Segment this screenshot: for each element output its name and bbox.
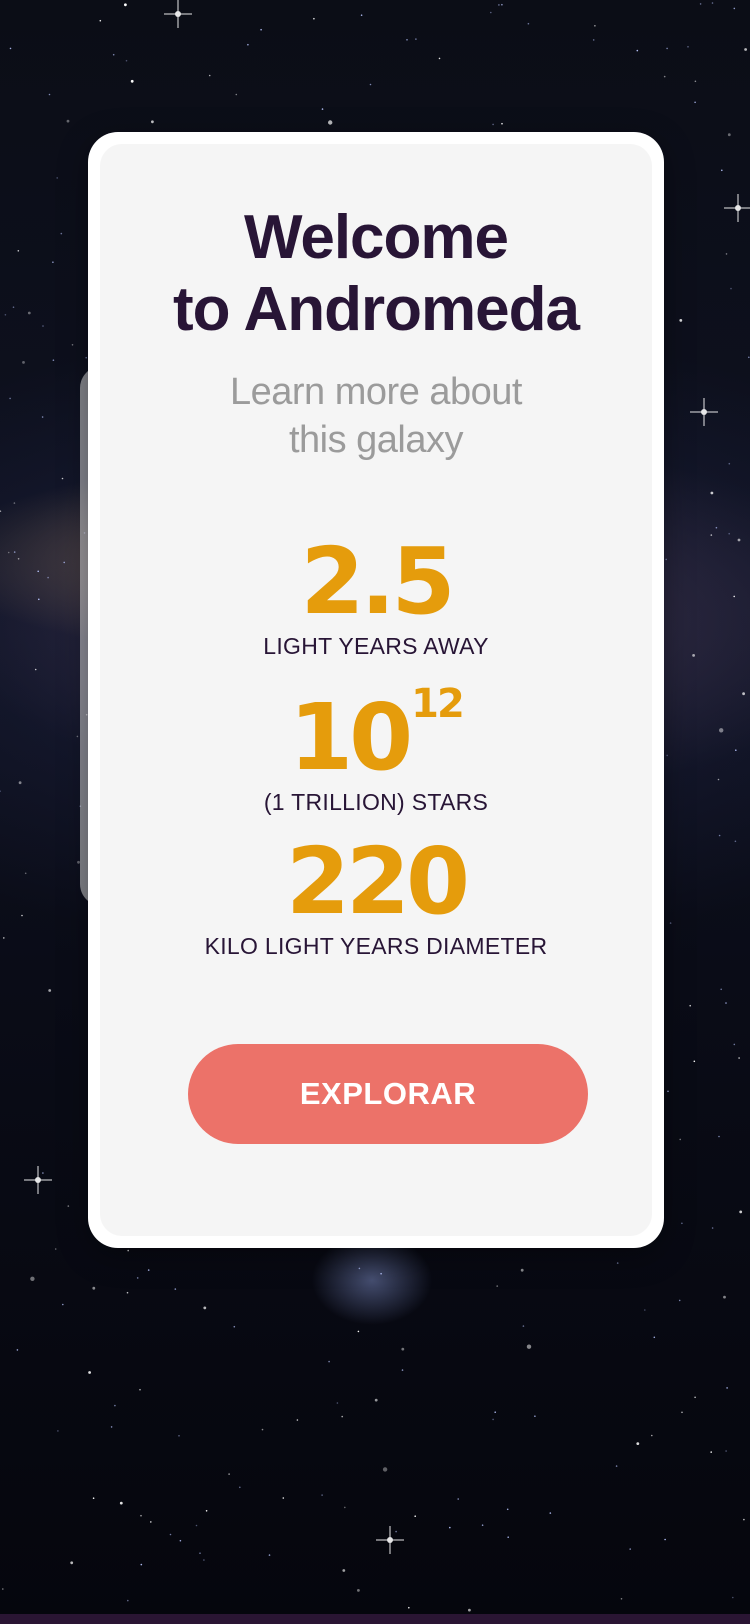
page-subtitle: Learn more about this galaxy <box>100 368 652 464</box>
page-title: Welcome to Andromeda <box>100 202 652 346</box>
galaxy-background: Welcome to Andromeda Learn more about th… <box>0 0 750 1624</box>
stat-stars-label: (1 TRILLION) STARS <box>263 789 489 815</box>
stat-diameter-label: KILO LIGHT YEARS DIAMETER <box>204 933 548 959</box>
welcome-card: Welcome to Andromeda Learn more about th… <box>88 132 664 1248</box>
stat-distance-value: 2.5 <box>300 528 456 635</box>
subtitle-line-1: Learn more about <box>230 371 522 413</box>
stat-distance-label: LIGHT YEARS AWAY <box>263 633 489 659</box>
stat-diameter-value: 220 <box>285 828 470 935</box>
title-line-2: to Andromeda <box>173 275 580 344</box>
explore-button[interactable]: EXPLORAR <box>188 1044 588 1144</box>
stat-stars-value: 1012 <box>100 684 652 784</box>
bottom-edge-bar <box>0 1614 750 1624</box>
title-line-1: Welcome <box>243 203 509 272</box>
stat-stars-exponent: 12 <box>411 681 465 727</box>
welcome-card-content: Welcome to Andromeda Learn more about th… <box>100 144 652 1236</box>
stat-stars-base: 10 <box>289 684 413 791</box>
stat-diameter: 220 KILO LIGHT YEARS DIAMETER <box>100 836 652 960</box>
stat-stars: 1012 (1 TRILLION) STARS <box>100 684 652 816</box>
stat-distance: 2.5 LIGHT YEARS AWAY <box>100 536 652 660</box>
subtitle-line-2: this galaxy <box>288 419 464 461</box>
